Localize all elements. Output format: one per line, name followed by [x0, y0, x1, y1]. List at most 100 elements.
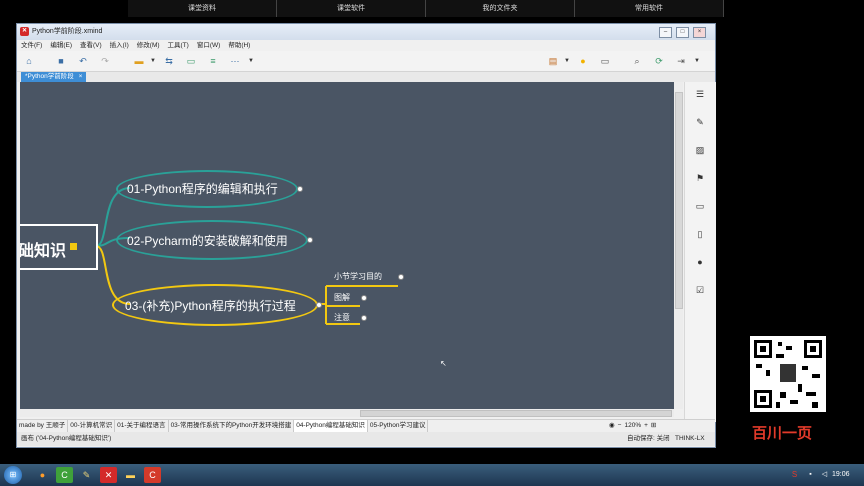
note-icon[interactable]: ▭ — [694, 200, 706, 212]
collapse-toggle[interactable] — [316, 302, 322, 308]
status-bar: 画布 ('04-Python编程基础知识') 自动保存: 关闭 THINK-LX — [17, 432, 715, 446]
toolbar: ⌂ ■ ↶ ↷ ▬ ▼ ⇆ ▭ ≡ ⋯ ▼ ▤ ▼ ● ▭ ⌕ ⟳ ⇥ ▼ — [17, 51, 715, 72]
subtopic-label[interactable]: 注意 — [334, 312, 350, 323]
central-topic[interactable]: 础知识 — [20, 224, 98, 270]
status-autosave[interactable]: 自动保存: 关闭 — [627, 432, 670, 446]
search-icon[interactable]: ⌕ — [631, 55, 643, 67]
mindmap-canvas[interactable]: 础知识 01-Python程序的编辑和执行 02-Pycharm的安装破解和使用… — [20, 82, 674, 409]
dropdown-icon[interactable]: ▼ — [147, 55, 159, 67]
sheet-tab[interactable]: 00-计算机常识 — [68, 420, 116, 432]
comment-icon[interactable]: ● — [694, 256, 706, 268]
mouse-cursor-icon: ↖ — [440, 359, 447, 368]
home-icon[interactable]: ⌂ — [23, 55, 35, 67]
c-app-icon[interactable]: C — [56, 467, 73, 483]
outline-icon[interactable]: ☰ — [694, 88, 706, 100]
menu-tools[interactable]: 工具(T) — [168, 40, 189, 51]
undo-icon[interactable]: ↶ — [77, 55, 89, 67]
connector-lines — [95, 187, 398, 325]
top-nav-item[interactable]: 课堂软件 — [277, 0, 426, 17]
minimize-icon[interactable]: – — [659, 27, 672, 38]
subtopic-label[interactable]: 小节学习目的 — [334, 271, 382, 282]
top-nav-item[interactable]: 我的文件夹 — [426, 0, 575, 17]
topic-03-label: 03-(补充)Python程序的执行过程 — [125, 299, 296, 313]
collapse-toggle[interactable] — [398, 274, 404, 280]
taskbar: ⊞ ● C ✎ ✕ ▬ C S ▪ ◁ 19:06 — [0, 464, 864, 486]
start-button[interactable]: ⊞ — [4, 466, 22, 484]
volume-icon[interactable]: ◁ — [816, 467, 833, 483]
folder-icon[interactable]: ▬ — [133, 55, 145, 67]
fit-icon[interactable]: ⊞ — [651, 421, 656, 429]
menu-bar: 文件(F) 编辑(E) 查看(V) 插入(I) 修改(M) 工具(T) 窗口(W… — [17, 40, 719, 51]
menu-insert[interactable]: 插入(I) — [110, 40, 129, 51]
top-nav-item[interactable]: 常用软件 — [575, 0, 724, 17]
clock: 19:06 — [832, 471, 850, 478]
collapse-toggle[interactable] — [361, 315, 367, 321]
firefox-icon[interactable]: ● — [34, 467, 51, 483]
vertical-scrollbar[interactable] — [674, 82, 683, 409]
menu-window[interactable]: 窗口(W) — [197, 40, 220, 51]
window-title: Python学前阶段.xmind — [32, 28, 103, 35]
status-user: THINK-LX — [675, 435, 705, 442]
sheet-tab[interactable]: 03-常用操作系统下的Python开发环境搭建 — [169, 420, 295, 432]
relationship-icon[interactable]: ⇆ — [163, 55, 175, 67]
zoom-in-button[interactable]: + — [644, 422, 648, 429]
task-icon[interactable]: ☑ — [694, 284, 706, 296]
zoom-out-button[interactable]: − — [618, 422, 622, 429]
sogou-input-icon[interactable]: S — [786, 467, 803, 483]
dropdown-icon[interactable]: ▼ — [561, 55, 573, 67]
menu-help[interactable]: 帮助(H) — [228, 40, 250, 51]
topic-02-label: 02-Pycharm的安装破解和使用 — [127, 234, 288, 248]
dropdown-icon[interactable]: ▼ — [691, 55, 703, 67]
sheet-tab[interactable]: made by 王顺子 — [17, 420, 69, 432]
sheet-tab-active[interactable]: 04-Python编程基础知识 — [294, 420, 368, 432]
scroll-thumb[interactable] — [360, 410, 672, 417]
collapse-toggle[interactable] — [361, 295, 367, 301]
collapse-toggle[interactable] — [297, 186, 303, 192]
boundary-icon[interactable]: ▭ — [185, 55, 197, 67]
presentation-icon[interactable]: ▤ — [547, 55, 559, 67]
sheet-tab[interactable]: 01-关于编程语言 — [115, 420, 169, 432]
flag-icon[interactable]: ⚑ — [694, 172, 706, 184]
eye-icon[interactable]: ◉ — [609, 421, 615, 429]
central-topic-label: 础知识 — [20, 243, 67, 260]
pencil-icon[interactable]: ✎ — [78, 467, 95, 483]
zoom-value[interactable]: 120% — [624, 422, 641, 429]
export-icon[interactable]: ⇥ — [675, 55, 687, 67]
close-icon[interactable]: × — [693, 27, 706, 38]
share-icon[interactable]: ⟳ — [653, 55, 665, 67]
zoom-control: ◉ − 120% + ⊞ — [609, 420, 656, 430]
format-brush-icon[interactable]: ✎ — [694, 116, 706, 128]
folder-icon[interactable]: ▬ — [122, 467, 139, 483]
c-red-app-icon[interactable]: C — [144, 467, 161, 483]
note-icon[interactable] — [70, 243, 77, 250]
tab-document[interactable]: *Python学前阶段 × — [21, 72, 87, 82]
image-icon[interactable]: ▨ — [694, 144, 706, 156]
menu-view[interactable]: 查看(V) — [80, 40, 102, 51]
more-icon[interactable]: ⋯ — [229, 55, 241, 67]
menu-modify[interactable]: 修改(M) — [137, 40, 160, 51]
xmind-icon[interactable]: ✕ — [100, 467, 117, 483]
redo-icon[interactable]: ↷ — [99, 55, 111, 67]
save-icon[interactable]: ■ — [55, 55, 67, 67]
menu-edit[interactable]: 编辑(E) — [50, 40, 72, 51]
qr-code — [750, 336, 826, 412]
idea-bulb-icon[interactable]: ● — [577, 55, 589, 67]
collapse-toggle[interactable] — [307, 237, 313, 243]
top-nav-item[interactable]: 课堂资料 — [128, 0, 277, 17]
close-icon[interactable]: × — [79, 73, 83, 80]
title-bar: ✕ Python学前阶段.xmind – □ × — [17, 24, 715, 40]
menu-file[interactable]: 文件(F) — [21, 40, 42, 51]
scroll-thumb[interactable] — [675, 92, 683, 309]
document-icon[interactable]: ▯ — [694, 228, 706, 240]
xmind-window: ✕ Python学前阶段.xmind – □ × 文件(F) 编辑(E) 查看(… — [16, 23, 716, 448]
summary-icon[interactable]: ≡ — [207, 55, 219, 67]
status-canvas-label: 画布 ('04-Python编程基础知识') — [21, 435, 112, 442]
maximize-icon[interactable]: □ — [676, 27, 689, 38]
qr-code-pattern — [754, 340, 822, 408]
subtopic-label[interactable]: 图解 — [334, 292, 350, 303]
dropdown-icon[interactable]: ▼ — [245, 55, 257, 67]
sheet-tab[interactable]: 05-Python学习建议 — [368, 420, 429, 432]
top-nav: 课堂资料 课堂软件 我的文件夹 常用软件 — [128, 0, 724, 17]
image-icon[interactable]: ▭ — [599, 55, 611, 67]
horizontal-scrollbar[interactable] — [20, 409, 674, 417]
